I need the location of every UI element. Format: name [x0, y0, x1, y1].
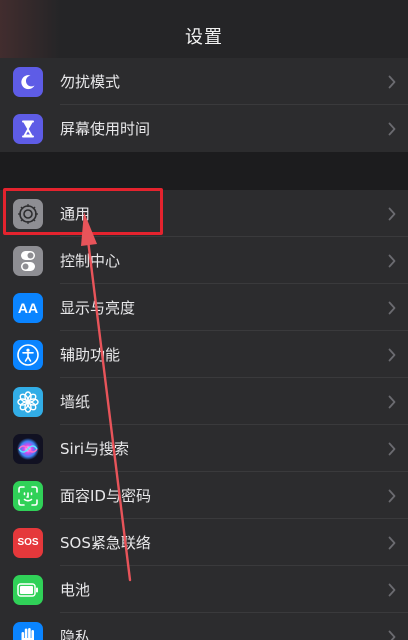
- settings-row-label: 通用: [60, 205, 91, 223]
- chevron-right-icon: [388, 207, 396, 220]
- toggle-icon: [13, 245, 43, 276]
- settings-row-label: 勿扰模式: [60, 73, 121, 91]
- sos-glyph: SOS: [17, 537, 39, 548]
- settings-row-label: Siri与搜索: [60, 440, 130, 458]
- chevron-right-icon: [388, 489, 396, 502]
- battery-icon: [13, 574, 43, 605]
- page-title: 设置: [185, 27, 223, 48]
- settings-row-label: 隐私: [60, 628, 91, 640]
- chevron-right-icon: [388, 348, 396, 361]
- navigation-bar: 设置: [0, 0, 408, 62]
- settings-row-display-brightness[interactable]: AA 显示与亮度: [0, 284, 408, 331]
- settings-row-face-id-passcode[interactable]: 面容ID与密码: [0, 472, 408, 519]
- flower-icon: [13, 386, 43, 417]
- settings-screen: 设置 勿扰模式 屏幕使用时间 通用 控制中心 AA 显示与亮度 辅助功能 墙纸 …: [0, 0, 408, 640]
- sos-icon: SOS: [13, 527, 43, 558]
- chevron-right-icon: [388, 442, 396, 455]
- settings-row-label: 控制中心: [60, 252, 121, 270]
- settings-row-label: 墙纸: [60, 393, 91, 411]
- chevron-right-icon: [388, 536, 396, 549]
- settings-row-wallpaper[interactable]: 墙纸: [0, 378, 408, 425]
- settings-row-label: 辅助功能: [60, 346, 121, 364]
- chevron-right-icon: [388, 583, 396, 596]
- face-id-icon: [13, 480, 43, 511]
- hand-icon: [13, 621, 43, 640]
- settings-row-emergency-sos[interactable]: SOS SOS紧急联络: [0, 519, 408, 566]
- text-size-glyph: AA: [17, 299, 39, 316]
- chevron-right-icon: [388, 301, 396, 314]
- chevron-right-icon: [388, 75, 396, 88]
- settings-group-general: 通用 控制中心 AA 显示与亮度 辅助功能 墙纸 Siri与搜索 面容ID与密码…: [0, 190, 408, 640]
- accessibility-icon: [13, 339, 43, 370]
- text-size-icon: AA: [13, 292, 43, 323]
- section-separator: [0, 152, 408, 190]
- settings-row-do-not-disturb[interactable]: 勿扰模式: [0, 58, 408, 105]
- gear-icon: [13, 198, 43, 229]
- settings-row-screen-time[interactable]: 屏幕使用时间: [0, 105, 408, 152]
- moon-icon: [13, 66, 43, 97]
- hourglass-icon: [13, 113, 43, 144]
- settings-row-label: 电池: [60, 581, 91, 599]
- settings-group-focus: 勿扰模式 屏幕使用时间: [0, 58, 408, 152]
- settings-row-siri-search[interactable]: Siri与搜索: [0, 425, 408, 472]
- chevron-right-icon: [388, 630, 396, 640]
- settings-row-label: SOS紧急联络: [60, 534, 151, 552]
- settings-row-privacy[interactable]: 隐私: [0, 613, 408, 640]
- settings-row-label: 屏幕使用时间: [60, 120, 151, 138]
- settings-row-control-center[interactable]: 控制中心: [0, 237, 408, 284]
- chevron-right-icon: [388, 254, 396, 267]
- settings-row-general[interactable]: 通用: [0, 190, 408, 237]
- siri-icon: [13, 433, 43, 464]
- settings-row-accessibility[interactable]: 辅助功能: [0, 331, 408, 378]
- settings-row-label: 显示与亮度: [60, 299, 136, 317]
- navbar-glow: [0, 0, 60, 62]
- settings-row-label: 面容ID与密码: [60, 487, 151, 505]
- chevron-right-icon: [388, 395, 396, 408]
- chevron-right-icon: [388, 122, 396, 135]
- settings-row-battery[interactable]: 电池: [0, 566, 408, 613]
